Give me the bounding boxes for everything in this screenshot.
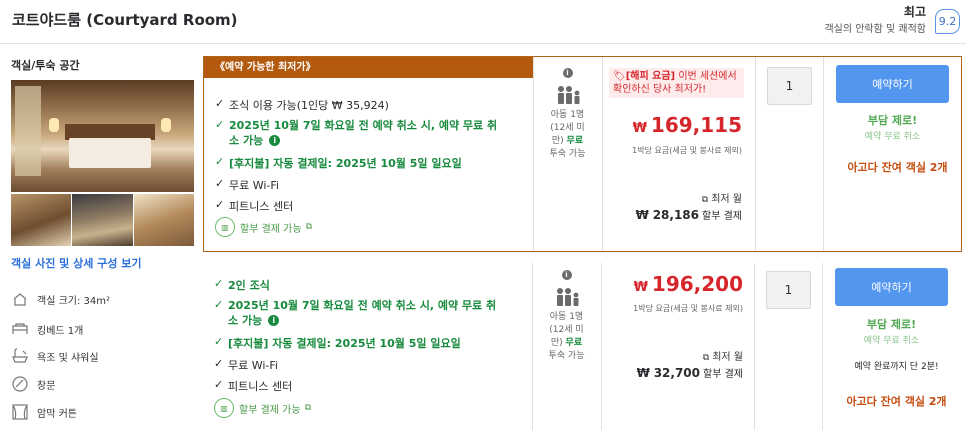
check-icon: ✓ xyxy=(214,335,224,348)
check-icon: ✓ xyxy=(214,378,224,391)
room-photo-thumb[interactable] xyxy=(134,194,194,246)
amenity-item: ✓ 2025년 10월 7일 화요일 전 예약 취소 시, 예약 무료 취소 가… xyxy=(214,298,504,328)
check-icon: ✓ xyxy=(215,118,225,131)
reserve-button[interactable]: 예약하기 xyxy=(836,65,949,103)
rating-word: 최고 xyxy=(903,5,926,19)
calendar-icon: ⧉ xyxy=(702,353,710,363)
amenity-item: ✓ [후지불] 자동 결제일: 2025년 10월 5일 일요일 xyxy=(215,155,462,171)
amenity-text: 무료 Wi-Fi xyxy=(228,359,278,372)
tag-icon: 🏷 xyxy=(613,71,626,82)
monthly-label: ⧉ 최저 월 xyxy=(702,352,743,363)
room-photo-thumb[interactable] xyxy=(72,194,133,246)
amenity-item: ✓ 조식 이용 가능(1인당 ₩ 35,924) xyxy=(215,97,389,113)
feature-label: 창문 xyxy=(37,380,56,392)
amenity-text: [후지불] 자동 결제일: 2025년 10월 5일 일요일 xyxy=(228,337,461,350)
bath-icon xyxy=(11,347,29,365)
calendar-icon: ⧉ xyxy=(701,195,709,205)
price: ₩196,200 xyxy=(633,272,743,296)
rating-description: 객실의 안락함 및 쾌적함 xyxy=(824,24,926,35)
feature-label: 킹베드 1개 xyxy=(37,325,84,337)
amenity-item: ✓ [후지불] 자동 결제일: 2025년 10월 5일 일요일 xyxy=(214,335,461,351)
external-link-icon: ⧉ xyxy=(305,222,312,232)
free-cancel-label: 예약 무료 취소 xyxy=(864,132,921,142)
check-icon: ✓ xyxy=(215,177,225,190)
price: ₩169,115 xyxy=(632,113,742,137)
feature-room-size: 객실 크기: 34m² xyxy=(11,289,201,309)
monthly-payment: ₩ 28,186 할부 결제 xyxy=(635,208,742,222)
room-photo-thumb[interactable] xyxy=(11,194,71,246)
no-risk-label: 부담 제로! xyxy=(867,114,918,127)
amenity-item: ✓ 피트니스 센터 xyxy=(214,378,292,394)
price-note: 1박당 요금(세금 및 봉사료 제외) xyxy=(633,304,743,313)
promo-tag: 🏷[해피 요금] 이번 세션에서 확인하신 당사 최저가! xyxy=(609,68,744,98)
installment-icon: ▥ xyxy=(214,398,234,418)
offer-card: 《예약 가능한 최저가》 ✓ 조식 이용 가능(1인당 ₩ 35,924) ✓ … xyxy=(203,56,962,252)
amenity-item: ✓ 피트니스 센터 xyxy=(215,198,293,214)
price-note: 1박당 요금(세금 및 봉사료 제외) xyxy=(632,146,742,155)
amenity-text: [후지불] 자동 결제일: 2025년 10월 5일 일요일 xyxy=(229,157,462,170)
feature-label: 암막 커튼 xyxy=(37,408,77,420)
feature-label: 객실 크기: 34m² xyxy=(37,295,111,307)
feature-curtain: 암막 커튼 xyxy=(11,402,201,422)
room-title: 코트야드룸 (Courtyard Room) xyxy=(12,11,238,29)
info-icon[interactable]: i xyxy=(268,315,280,326)
review-score-badge: 9.2 xyxy=(935,9,960,34)
family-icon xyxy=(556,288,578,306)
installment-icon: ▥ xyxy=(215,217,235,237)
installment-link[interactable]: ▥ 할부 결제 가능 ⧉ xyxy=(215,217,312,237)
check-icon: ✓ xyxy=(215,198,225,211)
info-icon[interactable]: i xyxy=(562,68,573,78)
no-risk-label: 부담 제로! xyxy=(866,318,917,331)
offer-card: ✓ 2인 조식 ✓ 2025년 10월 7일 화요일 전 예약 취소 시, 예약… xyxy=(203,263,962,430)
room-photo-main[interactable] xyxy=(11,80,194,192)
monthly-payment: ₩ 32,700 할부 결제 xyxy=(636,366,743,380)
room-quantity-select[interactable]: 1 xyxy=(766,271,811,309)
monthly-label: ⧉ 최저 월 xyxy=(701,194,742,205)
room-offer-panel: 코트야드룸 (Courtyard Room) 최고 객실의 안락함 및 쾌적함 … xyxy=(0,0,966,430)
check-icon: ✓ xyxy=(215,97,225,110)
installment-link[interactable]: ▥ 할부 결제 가능 ⧉ xyxy=(214,398,311,418)
amenity-text: 피트니스 센터 xyxy=(228,380,293,393)
amenity-item: ✓ 무료 Wi-Fi xyxy=(215,177,279,193)
feature-bed: 킹베드 1개 xyxy=(11,319,201,339)
info-icon[interactable]: i xyxy=(269,135,281,146)
curtain-icon xyxy=(11,403,29,421)
room-space-title: 객실/투숙 공간 xyxy=(11,59,80,72)
check-icon: ✓ xyxy=(214,298,224,311)
bed-icon xyxy=(11,320,29,338)
check-icon: ✓ xyxy=(215,155,225,168)
amenity-item: ✓ 무료 Wi-Fi xyxy=(214,357,278,373)
amenity-text: 피트니스 센터 xyxy=(229,200,294,213)
room-size-icon xyxy=(11,290,29,308)
hurry-label: 예약 완료까지 단 2분! xyxy=(854,362,939,372)
reserve-button[interactable]: 예약하기 xyxy=(835,268,948,306)
external-link-icon: ⧉ xyxy=(304,403,311,413)
feature-window: 창문 xyxy=(11,374,201,394)
room-photos-link[interactable]: 객실 사진 및 상세 구성 보기 xyxy=(11,255,141,271)
amenity-item: ✓ 2인 조식 xyxy=(214,277,270,293)
amenity-text: 조식 이용 가능(1인당 ₩ 35,924) xyxy=(229,99,389,112)
room-quantity-select[interactable]: 1 xyxy=(767,67,812,105)
amenity-text: 2인 조식 xyxy=(228,279,270,292)
window-icon xyxy=(11,375,29,393)
free-cancel-label: 예약 무료 취소 xyxy=(863,336,920,346)
check-icon: ✓ xyxy=(214,357,224,370)
check-icon: ✓ xyxy=(214,277,224,290)
occupancy-info: i 아동 1명 (12세 미 만) 무료 투숙 가능 xyxy=(548,270,585,361)
rooms-left-label: 아고다 잔여 객실 2개 xyxy=(846,395,947,408)
amenity-text: 무료 Wi-Fi xyxy=(229,179,279,192)
feature-bath: 욕조 및 샤워실 xyxy=(11,346,201,366)
room-sidebar: 객실/투숙 공간 객실 사진 및 상세 구성 보기 객실 크기: 34m² 킹베… xyxy=(0,44,203,430)
amenity-item: ✓ 2025년 10월 7일 화요일 전 예약 취소 시, 예약 무료 취소 가… xyxy=(215,118,505,148)
info-icon[interactable]: i xyxy=(561,270,572,280)
feature-label: 욕조 및 샤워실 xyxy=(37,352,99,364)
occupancy-info: i 아동 1명 (12세 미 만) 무료 투숙 가능 xyxy=(549,68,586,159)
deal-ribbon: 《예약 가능한 최저가》 xyxy=(204,57,533,78)
rooms-left-label: 아고다 잔여 객실 2개 xyxy=(847,161,948,174)
family-icon xyxy=(557,86,579,104)
